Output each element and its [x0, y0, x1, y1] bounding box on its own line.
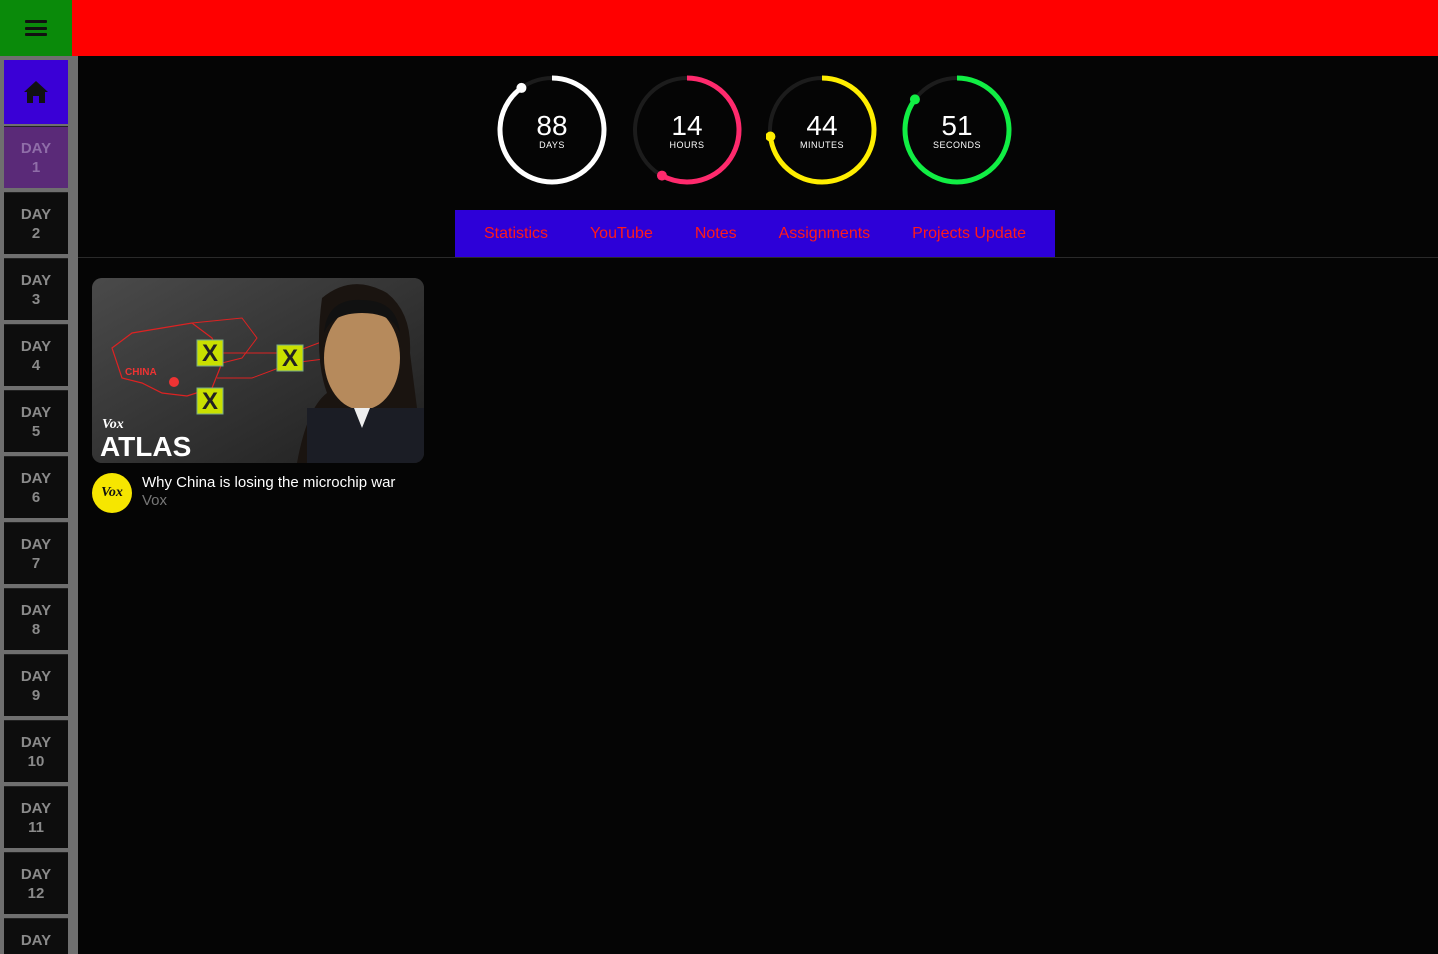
sidebar: DAY 1 DAY 2 DAY 3 DAY 4 DAY 5 DAY 6 DAY 7 DAY 8 DAY 9 DAY 1… — [0, 56, 78, 954]
sidebar-day-4[interactable]: DAY 4 — [4, 324, 68, 386]
sidebar-day-3[interactable]: DAY 3 — [4, 258, 68, 320]
sidebar-day-1[interactable]: DAY 1 — [4, 126, 68, 188]
countdown-unit: DAYS — [539, 140, 565, 150]
sidebar-day-7[interactable]: DAY 7 — [4, 522, 68, 584]
day-label: DAY — [20, 865, 52, 883]
day-number: 13 — [28, 950, 45, 954]
main-content: 88 DAYS 14 HOURS 44 MINUTES 51 SECONDS Statisti… — [78, 56, 1438, 954]
thumbnail-series: ATLAS — [100, 431, 191, 462]
day-label: DAY — [20, 205, 52, 223]
sidebar-day-8[interactable]: DAY 8 — [4, 588, 68, 650]
nav-bar: Statistics YouTube Notes Assignments Project… — [455, 210, 1055, 257]
video-card[interactable]: X X X CHINA Vox ATLAS Vox Why China is l… — [92, 278, 424, 513]
day-number: 11 — [28, 818, 44, 836]
vox-logo-icon: Vox — [101, 485, 123, 500]
countdown-value: 44 — [806, 110, 838, 141]
countdown-days: 88 DAYS — [496, 74, 608, 186]
progress-dot — [656, 170, 667, 181]
day-number: 10 — [27, 752, 45, 770]
countdown-hours: 14 HOURS — [631, 74, 743, 186]
countdown-value: 88 — [536, 110, 568, 141]
top-bar — [0, 0, 1438, 56]
sidebar-day-12[interactable]: DAY 12 — [4, 852, 68, 914]
countdown-seconds: 51 SECONDS — [901, 74, 1013, 186]
sidebar-day-5[interactable]: DAY 5 — [4, 390, 68, 452]
thumbnail-image: X X X CHINA Vox ATLAS — [92, 278, 424, 463]
countdown-timer: 88 DAYS 14 HOURS 44 MINUTES 51 SECONDS — [496, 74, 1016, 186]
countdown-minutes: 44 MINUTES — [766, 74, 878, 186]
day-number: 1 — [31, 158, 41, 176]
day-label: DAY — [20, 403, 52, 421]
countdown-unit: HOURS — [669, 140, 705, 150]
divider — [78, 257, 1438, 258]
home-button[interactable] — [4, 60, 68, 124]
sidebar-day-13[interactable]: DAY13 — [4, 918, 68, 954]
nav-assignments[interactable]: Assignments — [779, 225, 871, 243]
svg-text:X: X — [282, 345, 298, 372]
nav-notes[interactable]: Notes — [695, 225, 737, 243]
video-thumbnail[interactable]: X X X CHINA Vox ATLAS — [92, 278, 424, 463]
home-icon — [24, 81, 48, 103]
nav-projects-update[interactable]: Projects Update — [912, 225, 1026, 243]
countdown-unit: SECONDS — [932, 140, 981, 150]
day-number: 8 — [31, 620, 41, 638]
countdown-value: 14 — [671, 110, 703, 141]
day-label: DAY — [20, 601, 52, 619]
video-title[interactable]: Why China is losing the microchip war — [142, 474, 395, 491]
progress-dot — [909, 94, 920, 105]
sidebar-day-10[interactable]: DAY 10 — [4, 720, 68, 782]
day-number: 6 — [31, 488, 41, 506]
day-label: DAY — [20, 271, 52, 289]
thumbnail-brand: Vox — [102, 417, 124, 432]
day-label: DAY — [20, 469, 52, 487]
hamburger-menu-icon — [25, 20, 47, 36]
day-label: DAY — [20, 799, 52, 817]
day-label: DAY — [20, 535, 52, 553]
thumbnail-map-label: CHINA — [125, 367, 157, 378]
nav-youtube[interactable]: YouTube — [590, 225, 653, 243]
nav-statistics[interactable]: Statistics — [484, 225, 548, 243]
day-label: DAY — [20, 667, 52, 685]
sidebar-day-11[interactable]: DAY 11 — [4, 786, 68, 848]
channel-avatar[interactable]: Vox — [92, 473, 132, 513]
day-number: 9 — [31, 686, 41, 704]
sidebar-day-2[interactable]: DAY 2 — [4, 192, 68, 254]
menu-button[interactable] — [0, 0, 72, 56]
day-label: DAY — [20, 337, 52, 355]
countdown-value: 51 — [941, 110, 973, 141]
day-number: 5 — [31, 422, 41, 440]
day-number: 7 — [31, 554, 41, 572]
video-channel[interactable]: Vox — [142, 492, 167, 509]
svg-text:X: X — [202, 340, 218, 367]
sidebar-day-6[interactable]: DAY 6 — [4, 456, 68, 518]
day-label: DAY — [20, 733, 52, 751]
day-number: 3 — [31, 290, 41, 308]
day-number: 4 — [31, 356, 41, 374]
sidebar-day-9[interactable]: DAY 9 — [4, 654, 68, 716]
day-label: DAY — [20, 139, 52, 157]
countdown-unit: MINUTES — [800, 140, 844, 150]
svg-text:X: X — [202, 388, 218, 415]
day-label: DAY — [20, 931, 52, 949]
day-number: 12 — [27, 884, 45, 902]
progress-dot — [516, 82, 527, 93]
day-number: 2 — [31, 224, 41, 242]
